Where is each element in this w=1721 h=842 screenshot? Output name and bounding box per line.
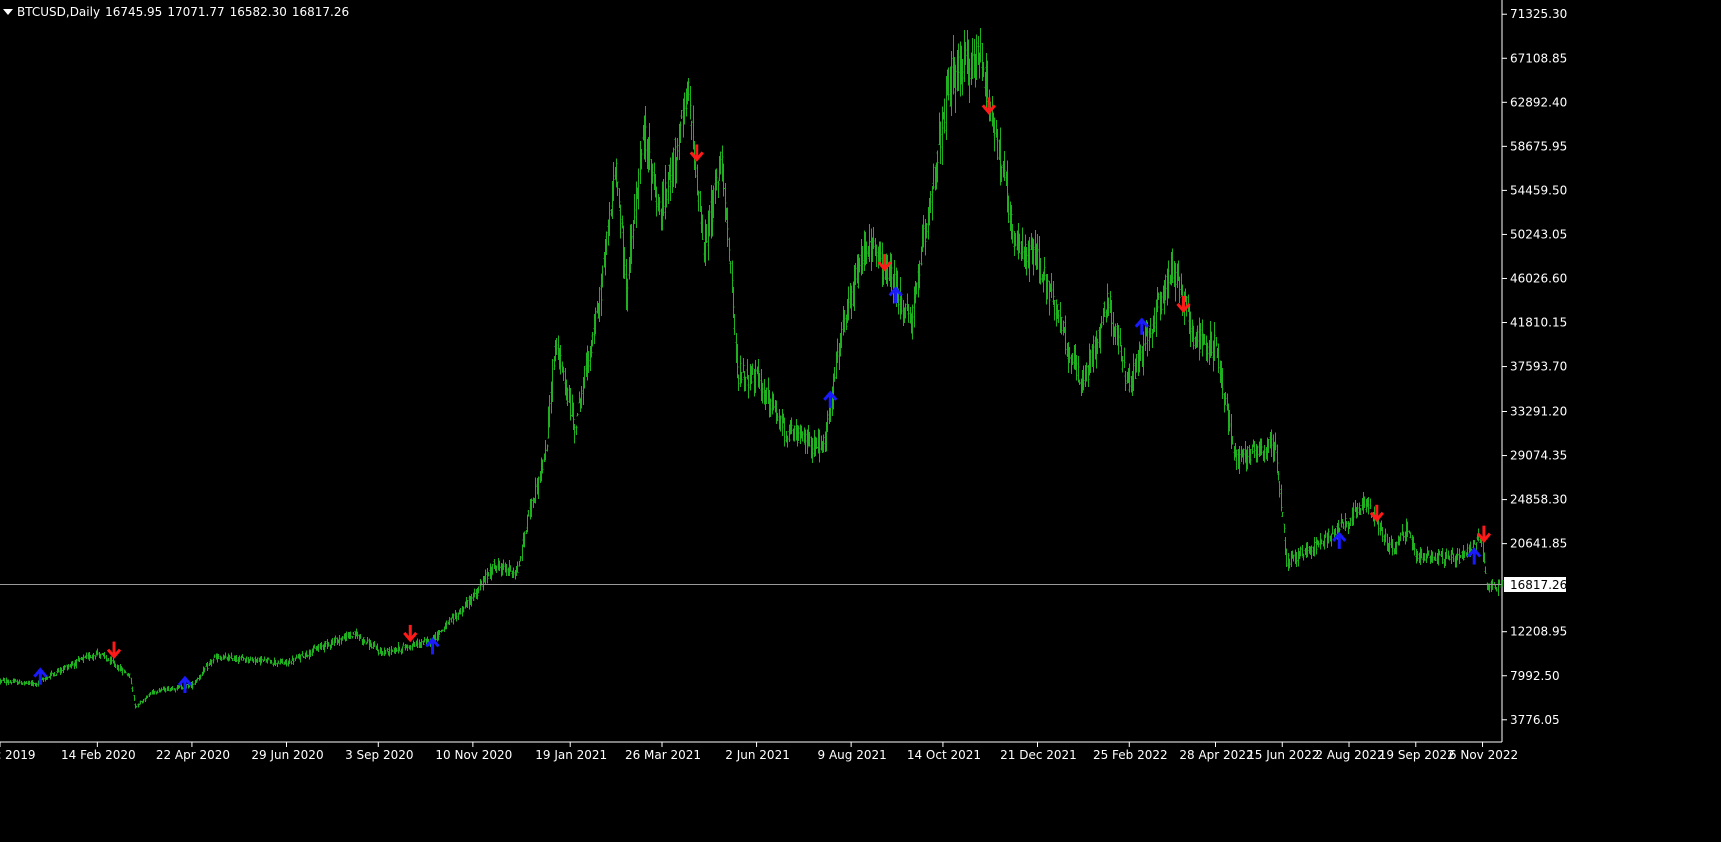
price-tick-label: 33291.20 (1510, 405, 1567, 419)
chart-header: BTCUSD,Daily 16745.95 17071.77 16582.30 1681… (0, 3, 354, 21)
close-price: 16817.26 (291, 5, 350, 19)
chart-background (0, 0, 1721, 842)
date-tick-label: 14 Feb 2020 (61, 748, 136, 762)
dropdown-triangle-icon[interactable] (3, 9, 13, 15)
date-tick-label: 6 Dec 2019 (0, 748, 36, 762)
date-tick-label: 14 Oct 2021 (907, 748, 981, 762)
date-tick-label: 22 Apr 2020 (156, 748, 230, 762)
price-tick-label: 62892.40 (1510, 95, 1567, 109)
price-tick-label: 12208.95 (1510, 625, 1567, 639)
price-tick-label: 46026.60 (1510, 271, 1567, 285)
date-tick-label: 2 Jun 2021 (725, 748, 790, 762)
date-tick-label: 9 Aug 2021 (818, 748, 887, 762)
chart-window[interactable]: 71325.30 67108.85 62892.40 58675.95 54459.50… (0, 0, 1721, 842)
current-price-label: 16817.26 (1504, 577, 1567, 592)
date-tick-label: 21 Dec 2021 (1000, 748, 1077, 762)
date-tick-label: 26 Mar 2021 (625, 748, 701, 762)
price-chart[interactable]: 71325.30 67108.85 62892.40 58675.95 54459.50… (0, 0, 1721, 842)
price-tick-label: 67108.85 (1510, 51, 1567, 65)
date-tick-label: 10 Nov 2020 (435, 748, 512, 762)
date-tick-label: 19 Sep 2022 (1379, 748, 1455, 762)
date-tick-label: 25 Feb 2022 (1093, 748, 1168, 762)
price-tick-label: 41810.15 (1510, 316, 1567, 330)
date-tick-label: 15 Jun 2022 (1247, 748, 1319, 762)
current-price-label-text: 16817.26 (1510, 578, 1567, 592)
price-tick-label: 50243.05 (1510, 227, 1567, 241)
price-tick-label: 7992.50 (1510, 669, 1560, 683)
price-tick-label: 24858.30 (1510, 493, 1567, 507)
price-tick-label: 58675.95 (1510, 139, 1567, 153)
price-tick-label: 20641.85 (1510, 537, 1567, 551)
open-price: 16745.95 (105, 5, 163, 19)
date-tick-label: 29 Jun 2020 (251, 748, 323, 762)
price-tick-label: 3776.05 (1510, 713, 1560, 727)
symbol-label: BTCUSD,Daily (17, 5, 101, 19)
price-tick-label: 71325.30 (1510, 7, 1567, 21)
date-tick-label: 3 Sep 2020 (345, 748, 413, 762)
price-tick-label: 54459.50 (1510, 183, 1567, 197)
price-tick-label: 29074.35 (1510, 449, 1567, 463)
price-tick-label: 37593.70 (1510, 360, 1567, 374)
date-tick-label: 6 Nov 2022 (1449, 748, 1518, 762)
high-price: 17071.77 (167, 5, 225, 19)
date-tick-label: 2 Aug 2022 (1315, 748, 1384, 762)
date-tick-label: 19 Jan 2021 (535, 748, 607, 762)
date-tick-label: 28 Apr 2022 (1179, 748, 1253, 762)
low-price: 16582.30 (229, 5, 287, 19)
